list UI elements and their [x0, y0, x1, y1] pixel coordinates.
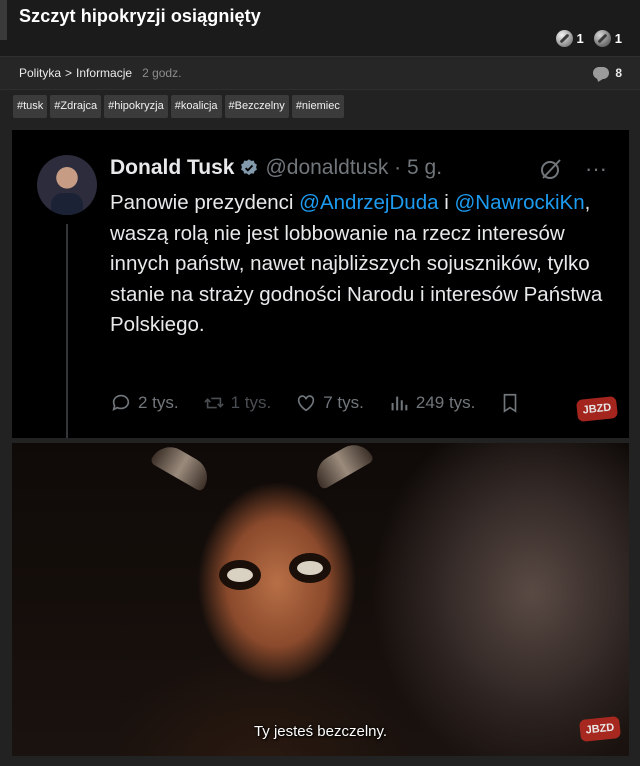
tweet-author-name: Donald Tusk — [110, 156, 235, 179]
post-image[interactable]: Donald Tusk @donaldtusk · 5 g. ··· Panow… — [12, 130, 629, 756]
mention-andrzejduda: @AndrzejDuda — [299, 191, 439, 214]
views-stat: 249 tys. — [388, 392, 476, 414]
heart-icon — [298, 395, 315, 412]
tweet-text-part: Panowie prezydenci — [110, 191, 300, 214]
tweet-text: Panowie prezydenci @AndrzejDuda i @Nawro… — [110, 188, 610, 341]
tag[interactable]: #Zdrajca — [50, 95, 102, 118]
tag[interactable]: #niemiec — [291, 95, 344, 118]
tweet-top-actions: ··· — [539, 156, 607, 182]
post-meta: Polityka > Informacje 2 godz. 8 — [0, 56, 640, 90]
thread-line — [66, 224, 68, 438]
more-icon: ··· — [585, 156, 607, 181]
avatar — [37, 155, 97, 215]
comments-count: 8 — [615, 66, 622, 80]
eye-left — [227, 568, 253, 582]
jbzd-watermark-logo: JBZD — [578, 715, 622, 743]
verified-badge-icon — [241, 159, 258, 176]
reposts-stat: 1 tys. — [203, 392, 272, 414]
tweet-header: Donald Tusk @donaldtusk · 5 g. — [110, 156, 442, 180]
post-header: Szczyt hipokryzji osiągnięty 1 1 — [0, 0, 640, 56]
views-count: 249 tys. — [415, 393, 476, 412]
views-icon — [391, 396, 408, 411]
mention-nawrockikn: @NawrockiKn — [454, 191, 585, 214]
tweet-text-part: i — [438, 191, 455, 214]
jbzd-watermark-logo: JBZD — [575, 395, 619, 423]
replies-stat: 2 tys. — [110, 392, 179, 414]
watermark-text: JBZD — [585, 721, 615, 737]
tag[interactable]: #koalicja — [170, 95, 222, 118]
eye-right — [297, 561, 323, 575]
repost-icon — [203, 397, 224, 409]
breadcrumb-category[interactable]: Polityka — [19, 66, 61, 80]
likes-stat: 7 tys. — [295, 392, 364, 414]
post-title[interactable]: Szczyt hipokryzji osiągnięty — [19, 6, 261, 27]
horn-right — [309, 443, 375, 491]
downvote-count: 1 — [614, 31, 622, 46]
tag[interactable]: #hipokryzja — [104, 95, 168, 118]
reply-icon — [112, 394, 130, 411]
watermark-text: JBZD — [582, 401, 612, 417]
left-accent — [0, 0, 7, 40]
downvote-icon[interactable] — [593, 30, 611, 47]
bookmark-icon — [504, 393, 517, 413]
horn-left — [149, 443, 215, 493]
meme-image: Ty jesteś bezczelny. JBZD — [12, 443, 629, 756]
tag-list: #tusk #Zdrajca #hipokryzja #koalicja #Be… — [13, 95, 344, 118]
upvote-icon[interactable] — [555, 30, 573, 47]
breadcrumb: Polityka > Informacje 2 godz. — [19, 66, 181, 80]
post-card: Szczyt hipokryzji osiągnięty 1 1 Polityk… — [0, 0, 640, 766]
vote-controls: 1 1 — [555, 30, 628, 47]
tweet-screenshot: Donald Tusk @donaldtusk · 5 g. ··· Panow… — [12, 130, 629, 438]
post-time: 2 godz. — [142, 66, 182, 80]
meme-subtitle: Ty jesteś bezczelny. — [253, 723, 388, 740]
comment-icon — [593, 67, 610, 79]
breadcrumb-subcategory[interactable]: Informacje — [76, 66, 132, 80]
likes-count: 7 tys. — [323, 393, 364, 412]
grok-icon — [541, 159, 561, 179]
tag[interactable]: #tusk — [13, 95, 48, 118]
tweet-stats: 2 tys. 1 tys. 7 tys. 249 tys. — [110, 392, 610, 414]
tag[interactable]: #Bezczelny — [224, 95, 289, 118]
comments-link[interactable]: 8 — [593, 66, 622, 80]
upvote-count: 1 — [576, 31, 584, 46]
replies-count: 2 tys. — [138, 393, 179, 412]
reposts-count: 1 tys. — [230, 393, 272, 412]
breadcrumb-separator: > — [65, 66, 73, 80]
tweet-handle: @donaldtusk · 5 g. — [265, 156, 443, 179]
